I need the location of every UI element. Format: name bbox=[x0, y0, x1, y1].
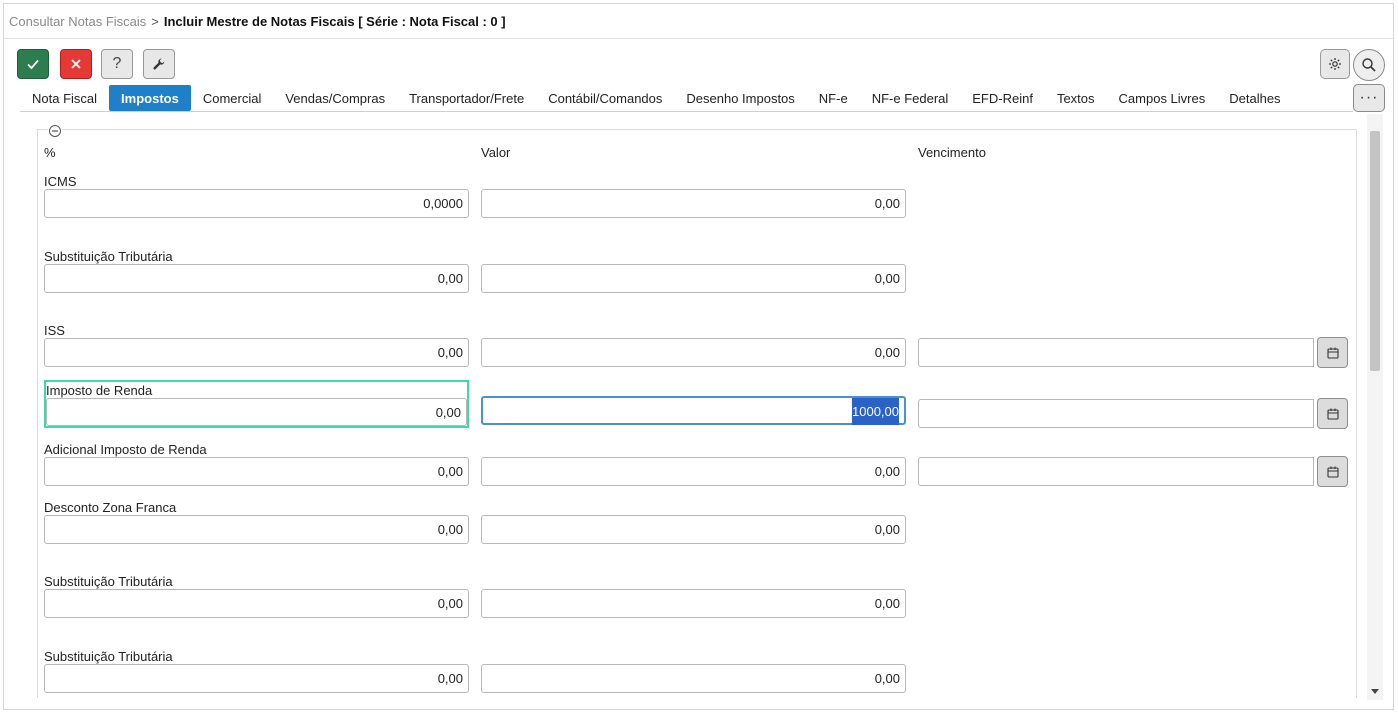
imposto-de-renda-calendar-button[interactable] bbox=[1317, 398, 1348, 429]
tab-nfe[interactable]: NF-e bbox=[807, 85, 860, 111]
gear-icon bbox=[1329, 58, 1341, 70]
column-header-value: Valor bbox=[481, 145, 511, 160]
tab-efd-reinf[interactable]: EFD-Reinf bbox=[960, 85, 1045, 111]
breadcrumb: Consultar Notas Fiscais > Incluir Mestre d… bbox=[9, 14, 506, 30]
check-icon bbox=[27, 59, 39, 70]
desconto-zona-franca-label: Desconto Zona Franca bbox=[44, 500, 177, 515]
tab-comercial[interactable]: Comercial bbox=[191, 85, 274, 111]
imposto-de-renda-value-input[interactable]: 1000,00 bbox=[481, 396, 906, 425]
wrench-icon bbox=[153, 58, 165, 70]
tab-impostos[interactable]: Impostos bbox=[109, 85, 191, 111]
tab-campos-livres[interactable]: Campos Livres bbox=[1107, 85, 1218, 111]
tools-button[interactable] bbox=[143, 49, 175, 79]
adicional-imposto-de-renda-percent-input[interactable]: 0,00 bbox=[44, 457, 469, 486]
tab-vendas-compras[interactable]: Vendas/Compras bbox=[273, 85, 397, 111]
breadcrumb-parent-link[interactable]: Consultar Notas Fiscais bbox=[9, 14, 146, 29]
tabs-divider bbox=[20, 111, 1353, 112]
icms-percent-input[interactable]: 0,0000 bbox=[44, 189, 469, 218]
icms-value-input[interactable]: 0,00 bbox=[481, 189, 906, 218]
calendar-icon bbox=[1326, 408, 1339, 420]
iss-label: ISS bbox=[44, 323, 65, 338]
substituicao-tributaria-2-percent-input[interactable]: 0,00 bbox=[44, 589, 469, 618]
confirm-button[interactable] bbox=[17, 49, 49, 79]
icms-label: ICMS bbox=[44, 174, 77, 189]
substituicao-tributaria-3-label: Substituição Tributária bbox=[44, 649, 173, 664]
tab-nota-fiscal[interactable]: Nota Fiscal bbox=[20, 85, 109, 111]
tab-detalhes[interactable]: Detalhes bbox=[1217, 85, 1292, 111]
cancel-button[interactable] bbox=[60, 49, 92, 79]
vertical-scrollbar[interactable] bbox=[1367, 114, 1383, 700]
settings-button[interactable] bbox=[1320, 49, 1350, 79]
desconto-zona-franca-value-input[interactable]: 0,00 bbox=[481, 515, 906, 544]
tab-transportador-frete[interactable]: Transportador/Frete bbox=[397, 85, 536, 111]
help-button[interactable]: ? bbox=[101, 49, 133, 79]
adicional-imposto-de-renda-due-date-input[interactable] bbox=[918, 457, 1314, 486]
adicional-imposto-de-renda-value-input[interactable]: 0,00 bbox=[481, 457, 906, 486]
tab-nfe-federal[interactable]: NF-e Federal bbox=[860, 85, 961, 111]
more-options-button[interactable]: ··· bbox=[1353, 84, 1385, 112]
iss-percent-input[interactable]: 0,00 bbox=[44, 338, 469, 367]
substituicao-tributaria-3-percent-input[interactable]: 0,00 bbox=[44, 664, 469, 693]
iss-due-date-input[interactable] bbox=[918, 338, 1314, 367]
tab-textos[interactable]: Textos bbox=[1045, 85, 1107, 111]
search-button[interactable] bbox=[1353, 49, 1385, 81]
substituicao-tributaria-2-value-input[interactable]: 0,00 bbox=[481, 589, 906, 618]
tab-desenho-impostos[interactable]: Desenho Impostos bbox=[674, 85, 806, 111]
calendar-icon bbox=[1326, 347, 1339, 359]
tab-bar: Nota Fiscal Impostos Comercial Vendas/Co… bbox=[20, 85, 1293, 111]
substituicao-tributaria-3-value-input[interactable]: 0,00 bbox=[481, 664, 906, 693]
imposto-de-renda-percent-input[interactable]: 0,00 bbox=[46, 398, 467, 426]
impostos-panel: % Valor Vencimento ICMS 0,0000 0,00 Subs… bbox=[20, 114, 1363, 698]
page-title: Incluir Mestre de Notas Fiscais [ Série … bbox=[163, 14, 506, 29]
close-icon bbox=[71, 59, 81, 69]
iss-value-input[interactable]: 0,00 bbox=[481, 338, 906, 367]
column-header-due: Vencimento bbox=[918, 145, 986, 160]
iss-calendar-button[interactable] bbox=[1317, 337, 1348, 368]
adicional-imposto-de-renda-label: Adicional Imposto de Renda bbox=[44, 442, 207, 457]
imposto-de-renda-due-date-input[interactable] bbox=[918, 399, 1314, 428]
substituicao-tributaria-2-label: Substituição Tributária bbox=[44, 574, 173, 589]
imposto-de-renda-label: Imposto de Renda bbox=[46, 383, 153, 398]
window-frame: Consultar Notas Fiscais > Incluir Mestre d… bbox=[3, 3, 1394, 710]
desconto-zona-franca-percent-input[interactable]: 0,00 bbox=[44, 515, 469, 544]
calendar-icon bbox=[1326, 466, 1339, 478]
search-icon bbox=[1362, 58, 1376, 72]
adicional-imposto-de-renda-calendar-button[interactable] bbox=[1317, 456, 1348, 487]
substituicao-tributaria-label: Substituição Tributária bbox=[44, 249, 173, 264]
breadcrumb-separator: > bbox=[151, 14, 159, 29]
scroll-down-icon[interactable] bbox=[1370, 687, 1380, 697]
substituicao-tributaria-value-input[interactable]: 0,00 bbox=[481, 264, 906, 293]
header-divider bbox=[4, 38, 1393, 39]
collapse-icon[interactable] bbox=[48, 124, 62, 138]
substituicao-tributaria-percent-input[interactable]: 0,00 bbox=[44, 264, 469, 293]
tab-contabil-comandos[interactable]: Contábil/Comandos bbox=[536, 85, 674, 111]
scrollbar-thumb[interactable] bbox=[1370, 131, 1380, 371]
column-header-percent: % bbox=[44, 145, 56, 160]
